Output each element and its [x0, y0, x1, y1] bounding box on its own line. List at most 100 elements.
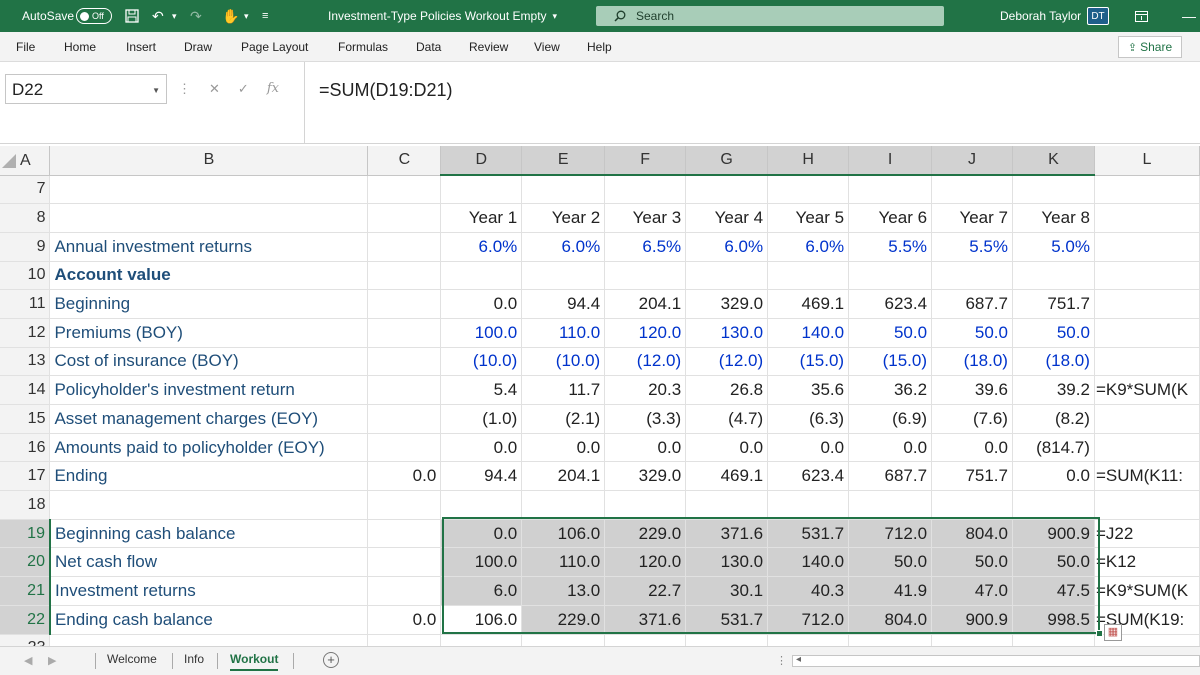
cell-value[interactable] [848, 490, 933, 520]
cell-value[interactable]: 0.0 [931, 433, 1013, 463]
cell-value[interactable] [685, 634, 769, 646]
cell-value[interactable] [848, 634, 933, 646]
cell-formula-text[interactable]: =SUM(K11: [1094, 461, 1200, 492]
cell-value[interactable]: 36.2 [848, 375, 933, 405]
cell-value[interactable]: 712.0 [848, 519, 933, 549]
cell-value[interactable]: 6.0 [440, 576, 523, 606]
cell-value[interactable]: Year 5 [767, 203, 850, 233]
cell-value[interactable] [767, 634, 850, 646]
tab-info[interactable]: Info [184, 652, 204, 666]
cell-value[interactable]: Year 8 [1012, 203, 1095, 233]
undo-icon[interactable]: ↶ [152, 0, 164, 32]
cell-value[interactable]: Year 7 [931, 203, 1013, 233]
cell-value[interactable]: 50.0 [1012, 547, 1095, 578]
cell-value[interactable]: 100.0 [440, 547, 523, 578]
cell-value[interactable] [604, 261, 687, 291]
column-header-j[interactable]: J [931, 146, 1013, 176]
row-label[interactable]: Beginning cash balance [49, 519, 369, 549]
row-label[interactable]: Investment returns [49, 576, 369, 606]
cell-value[interactable]: (6.9) [848, 404, 933, 434]
menu-file[interactable]: File [16, 40, 35, 54]
cell-value[interactable]: 50.0 [931, 547, 1013, 578]
cell-formula-text[interactable]: =J22 [1094, 519, 1200, 549]
cell-value[interactable]: 13.0 [521, 576, 606, 606]
cell-value[interactable]: 469.1 [767, 289, 850, 319]
cell-value[interactable]: (15.0) [848, 347, 933, 377]
row-header[interactable]: 15 [0, 404, 51, 434]
cell-c[interactable] [367, 375, 442, 405]
cell-formula-text[interactable]: =K9*SUM(K [1094, 375, 1200, 405]
cell-value[interactable]: (15.0) [767, 347, 850, 377]
row-header[interactable]: 21 [0, 576, 51, 606]
add-sheet-button[interactable]: + [323, 652, 339, 668]
column-header-f[interactable]: F [604, 146, 687, 176]
cell-value[interactable]: 0.0 [1012, 461, 1095, 492]
cell-value[interactable]: 623.4 [767, 461, 850, 492]
cell-value[interactable]: (6.3) [767, 404, 850, 434]
row-label[interactable]: Annual investment returns [49, 232, 369, 262]
cell-value[interactable]: 0.0 [440, 519, 523, 549]
cell-value[interactable]: (3.3) [604, 404, 687, 434]
cell-value[interactable] [521, 634, 606, 646]
cell-formula-text[interactable] [1094, 203, 1200, 233]
cell-value[interactable]: 751.7 [1012, 289, 1095, 319]
cell-value[interactable]: 371.6 [685, 519, 769, 549]
cell-value[interactable]: (12.0) [604, 347, 687, 377]
menu-draw[interactable]: Draw [184, 40, 212, 54]
cell-value[interactable]: 0.0 [604, 433, 687, 463]
cell-value[interactable]: 5.5% [931, 232, 1013, 262]
cell-formula-text[interactable] [1094, 347, 1200, 377]
row-label[interactable]: Policyholder's investment return [49, 375, 369, 405]
column-header-l[interactable]: L [1094, 146, 1200, 176]
column-header-h[interactable]: H [767, 146, 850, 176]
cell-value[interactable] [1012, 175, 1095, 205]
cell-value[interactable]: 22.7 [604, 576, 687, 606]
column-header-k[interactable]: K [1012, 146, 1095, 176]
row-label[interactable] [49, 175, 369, 205]
cell-value[interactable]: 329.0 [685, 289, 769, 319]
row-header[interactable]: 16 [0, 433, 51, 463]
cell-value[interactable]: 50.0 [848, 318, 933, 348]
cell-value[interactable]: 329.0 [604, 461, 687, 492]
cell-value[interactable]: Year 3 [604, 203, 687, 233]
cell-value[interactable]: (18.0) [1012, 347, 1095, 377]
row-header[interactable]: 22 [0, 605, 51, 635]
cell-value[interactable] [931, 261, 1013, 291]
row-label[interactable]: Ending [49, 461, 369, 492]
cell-value[interactable] [685, 490, 769, 520]
cell-value[interactable]: 0.0 [440, 289, 523, 319]
cell-value[interactable] [931, 634, 1013, 646]
cell-value[interactable]: 5.0% [1012, 232, 1095, 262]
cell-value[interactable]: 6.0% [685, 232, 769, 262]
avatar[interactable]: DT [1087, 7, 1109, 25]
cell-value[interactable]: 6.0% [521, 232, 606, 262]
cell-value[interactable]: 26.8 [685, 375, 769, 405]
cell-value[interactable]: Year 1 [440, 203, 523, 233]
cell-c[interactable] [367, 203, 442, 233]
name-box[interactable]: D22 ▼ [5, 74, 167, 104]
horizontal-scrollbar[interactable]: ◂ [792, 654, 1200, 667]
cell-value[interactable]: 100.0 [440, 318, 523, 348]
touch-mode-icon[interactable]: ✋ [222, 0, 239, 32]
cell-value[interactable]: 20.3 [604, 375, 687, 405]
cell-value[interactable]: 140.0 [767, 547, 850, 578]
row-header[interactable]: 11 [0, 289, 51, 319]
cell-value[interactable]: (2.1) [521, 404, 606, 434]
cell-value[interactable]: 120.0 [604, 547, 687, 578]
cell-value[interactable]: 94.4 [440, 461, 523, 492]
menu-page-layout[interactable]: Page Layout [241, 40, 308, 54]
cell-formula-text[interactable] [1094, 318, 1200, 348]
cell-formula-text[interactable] [1094, 232, 1200, 262]
cell-value[interactable]: 6.0% [767, 232, 850, 262]
cell-value[interactable]: 371.6 [604, 605, 687, 635]
cell-value[interactable]: 41.9 [848, 576, 933, 606]
cell-c[interactable] [367, 289, 442, 319]
menu-review[interactable]: Review [469, 40, 508, 54]
cell-value[interactable]: (10.0) [440, 347, 523, 377]
cell-formula-text[interactable]: =K9*SUM(K [1094, 576, 1200, 606]
cell-value[interactable]: 900.9 [1012, 519, 1095, 549]
cell-value[interactable] [1012, 261, 1095, 291]
cell-c[interactable]: 0.0 [367, 461, 442, 492]
cell-formula-text[interactable] [1094, 490, 1200, 520]
cell-c[interactable]: 0.0 [367, 605, 442, 635]
